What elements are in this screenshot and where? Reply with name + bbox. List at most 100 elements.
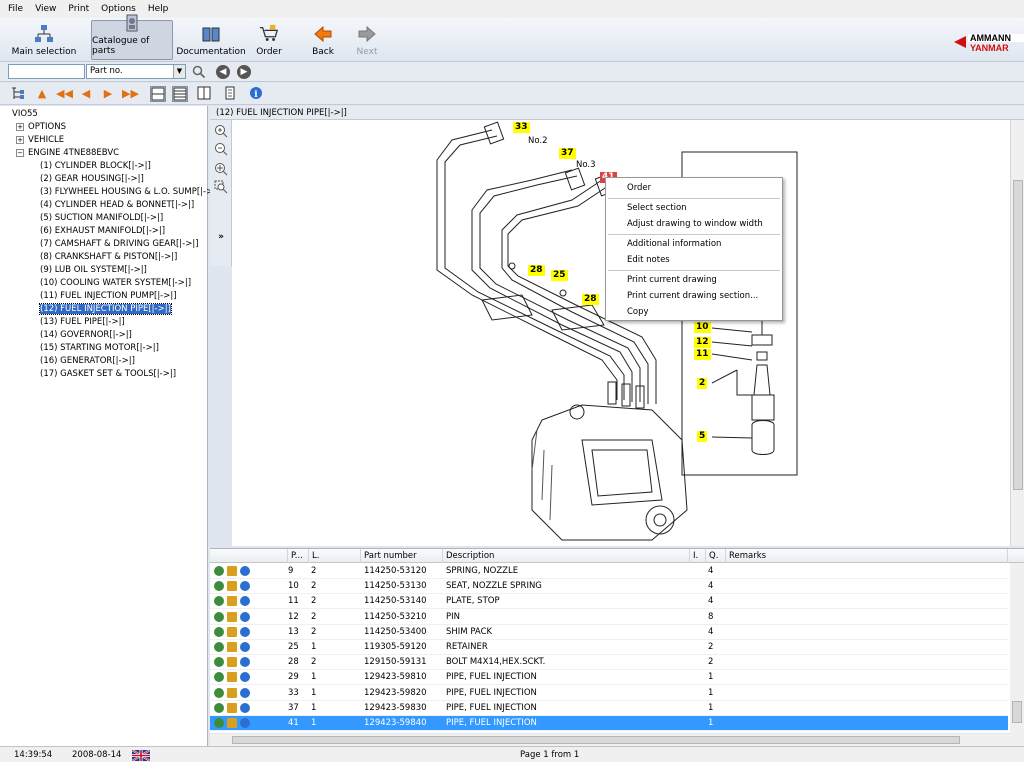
scrollbar-thumb[interactable] bbox=[232, 736, 960, 744]
menu-file[interactable]: File bbox=[8, 4, 23, 14]
notes-icon[interactable] bbox=[222, 86, 238, 102]
layout-split-icon[interactable] bbox=[196, 86, 212, 102]
tree-item-vehicle[interactable]: + VEHICLE bbox=[16, 134, 64, 146]
tree-item-section[interactable]: (11) FUEL INJECTION PUMP[|->|] bbox=[40, 290, 177, 302]
table-row[interactable]: 28 2 129150-59131 BOLT M4X14,HEX.SCKT. 2 bbox=[210, 655, 1008, 671]
table-row[interactable]: 33 1 129423-59820 PIPE, FUEL INJECTION 1 bbox=[210, 686, 1008, 701]
info-icon[interactable] bbox=[240, 702, 250, 713]
tree-item-section[interactable]: (16) GENERATOR[|->|] bbox=[40, 355, 135, 367]
collapse-icon[interactable] bbox=[5, 109, 8, 118]
expand-panel-icon[interactable]: » bbox=[214, 230, 228, 244]
callout-2[interactable]: 2 bbox=[697, 378, 708, 389]
zoom-out-icon[interactable] bbox=[214, 142, 228, 156]
menu-item-print-current-drawing[interactable]: Print current drawing bbox=[627, 273, 717, 287]
tree-structure-icon[interactable] bbox=[10, 86, 26, 102]
callout-33[interactable]: 33 bbox=[513, 122, 530, 133]
column-part-number[interactable]: Part number bbox=[361, 549, 443, 563]
gear-icon[interactable] bbox=[214, 581, 224, 592]
tree-item-section[interactable]: (3) FLYWHEEL HOUSING & L.O. SUMP[|->|] bbox=[40, 186, 219, 198]
gear-icon[interactable] bbox=[214, 702, 224, 713]
shopping-cart-icon[interactable] bbox=[227, 687, 237, 698]
table-row[interactable]: 25 1 119305-59120 RETAINER 2 bbox=[210, 640, 1008, 655]
previous-result-icon[interactable]: ◀ bbox=[216, 65, 230, 79]
gear-icon[interactable] bbox=[214, 596, 224, 607]
info-icon[interactable] bbox=[240, 672, 250, 683]
menu-item-additional-information[interactable]: Additional information bbox=[627, 237, 721, 251]
documentation-button[interactable]: Documentation bbox=[176, 20, 246, 60]
callout-28[interactable]: 28 bbox=[528, 265, 545, 276]
order-button[interactable]: Order bbox=[252, 20, 286, 60]
menu-print[interactable]: Print bbox=[68, 4, 89, 14]
last-icon[interactable]: ▶▶ bbox=[122, 86, 139, 102]
callout-12[interactable]: 12 bbox=[694, 337, 711, 348]
shopping-cart-icon[interactable] bbox=[227, 672, 237, 683]
tree-root[interactable]: VIO55 bbox=[5, 108, 38, 120]
shopping-cart-icon[interactable] bbox=[227, 642, 237, 652]
tree-item-section[interactable]: (9) LUB OIL SYSTEM[|->|] bbox=[40, 264, 147, 276]
info-icon[interactable] bbox=[240, 718, 250, 728]
search-icon[interactable] bbox=[192, 65, 206, 79]
info-icon[interactable] bbox=[240, 626, 250, 637]
column-description[interactable]: Description bbox=[443, 549, 690, 563]
menu-item-select-section[interactable]: Select section bbox=[627, 201, 687, 215]
drawing-scrollbar[interactable] bbox=[1010, 120, 1024, 546]
tree-item-section[interactable]: (7) CAMSHAFT & DRIVING GEAR[|->|] bbox=[40, 238, 199, 250]
menu-view[interactable]: View bbox=[35, 4, 56, 14]
info-icon[interactable] bbox=[240, 611, 250, 622]
gear-icon[interactable] bbox=[214, 611, 224, 622]
tree-item-engine[interactable]: − ENGINE 4TNE88EBVC bbox=[16, 147, 119, 159]
menu-item-adjust-drawing[interactable]: Adjust drawing to window width bbox=[627, 217, 763, 231]
gear-icon[interactable] bbox=[214, 657, 224, 668]
tree-item-section[interactable]: (4) CYLINDER HEAD & BONNET[|->|] bbox=[40, 199, 194, 211]
tree-item-section[interactable]: (6) EXHAUST MANIFOLD[|->|] bbox=[40, 225, 165, 237]
info-icon[interactable] bbox=[240, 687, 250, 698]
expand-icon[interactable]: + bbox=[16, 135, 24, 144]
tree-item-section[interactable]: (13) FUEL PIPE[|->|] bbox=[40, 316, 125, 328]
search-input[interactable] bbox=[8, 64, 85, 79]
gear-icon[interactable] bbox=[214, 687, 224, 698]
tree-item-section[interactable]: (12) FUEL INJECTION PIPE[|->|] bbox=[39, 303, 172, 315]
gear-icon[interactable] bbox=[214, 672, 224, 683]
column-info[interactable]: I. bbox=[690, 549, 706, 563]
shopping-cart-icon[interactable] bbox=[227, 657, 237, 668]
menu-help[interactable]: Help bbox=[148, 4, 169, 14]
table-row[interactable]: 11 2 114250-53140 PLATE, STOP 4 bbox=[210, 594, 1008, 610]
layout-table-icon[interactable] bbox=[172, 86, 188, 102]
scrollbar-thumb[interactable] bbox=[1012, 701, 1022, 723]
callout-37[interactable]: 37 bbox=[559, 148, 576, 159]
info-icon[interactable] bbox=[240, 581, 250, 592]
shopping-cart-icon[interactable] bbox=[227, 702, 237, 713]
info-icon[interactable] bbox=[240, 566, 250, 576]
zoom-in-icon[interactable] bbox=[214, 124, 228, 138]
callout-11[interactable]: 11 bbox=[694, 349, 711, 360]
back-button[interactable]: Back bbox=[308, 20, 338, 60]
column-quantity[interactable]: Q. bbox=[706, 549, 726, 563]
main-selection-button[interactable]: Main selection bbox=[10, 20, 78, 60]
next-result-icon[interactable]: ▶ bbox=[237, 65, 251, 79]
table-row[interactable]: 29 1 129423-59810 PIPE, FUEL INJECTION 1 bbox=[210, 670, 1008, 686]
tree-item-section[interactable]: (8) CRANKSHAFT & PISTON[|->|] bbox=[40, 251, 177, 263]
table-row[interactable]: 41 1 129423-59840 PIPE, FUEL INJECTION 1 bbox=[210, 716, 1008, 731]
shopping-cart-icon[interactable] bbox=[227, 581, 237, 592]
horizontal-scrollbar[interactable] bbox=[0, 734, 1024, 746]
uk-flag-icon[interactable] bbox=[131, 749, 151, 762]
menu-item-copy[interactable]: Copy bbox=[627, 305, 649, 319]
info-icon[interactable] bbox=[240, 657, 250, 668]
next-button[interactable]: Next bbox=[352, 20, 382, 60]
shopping-cart-icon[interactable] bbox=[227, 718, 237, 728]
column-position[interactable]: P... bbox=[288, 549, 309, 563]
zoom-fit-icon[interactable] bbox=[214, 162, 228, 176]
menu-item-print-drawing-section[interactable]: Print current drawing section... bbox=[627, 289, 758, 303]
info-icon[interactable]: i bbox=[248, 86, 264, 102]
menu-item-order[interactable]: Order bbox=[627, 181, 651, 195]
table-row[interactable]: 37 1 129423-59830 PIPE, FUEL INJECTION 1 bbox=[210, 701, 1008, 716]
gear-icon[interactable] bbox=[214, 642, 224, 652]
zoom-area-icon[interactable] bbox=[214, 180, 228, 194]
search-field-select[interactable]: Part no. ▼ bbox=[86, 64, 186, 79]
tree-item-section[interactable]: (1) CYLINDER BLOCK[|->|] bbox=[40, 160, 151, 172]
shopping-cart-icon[interactable] bbox=[227, 626, 237, 637]
expand-icon[interactable]: + bbox=[16, 122, 24, 131]
table-row[interactable]: 13 2 114250-53400 SHIM PACK 4 bbox=[210, 625, 1008, 640]
gear-icon[interactable] bbox=[214, 566, 224, 576]
info-icon[interactable] bbox=[240, 642, 250, 652]
